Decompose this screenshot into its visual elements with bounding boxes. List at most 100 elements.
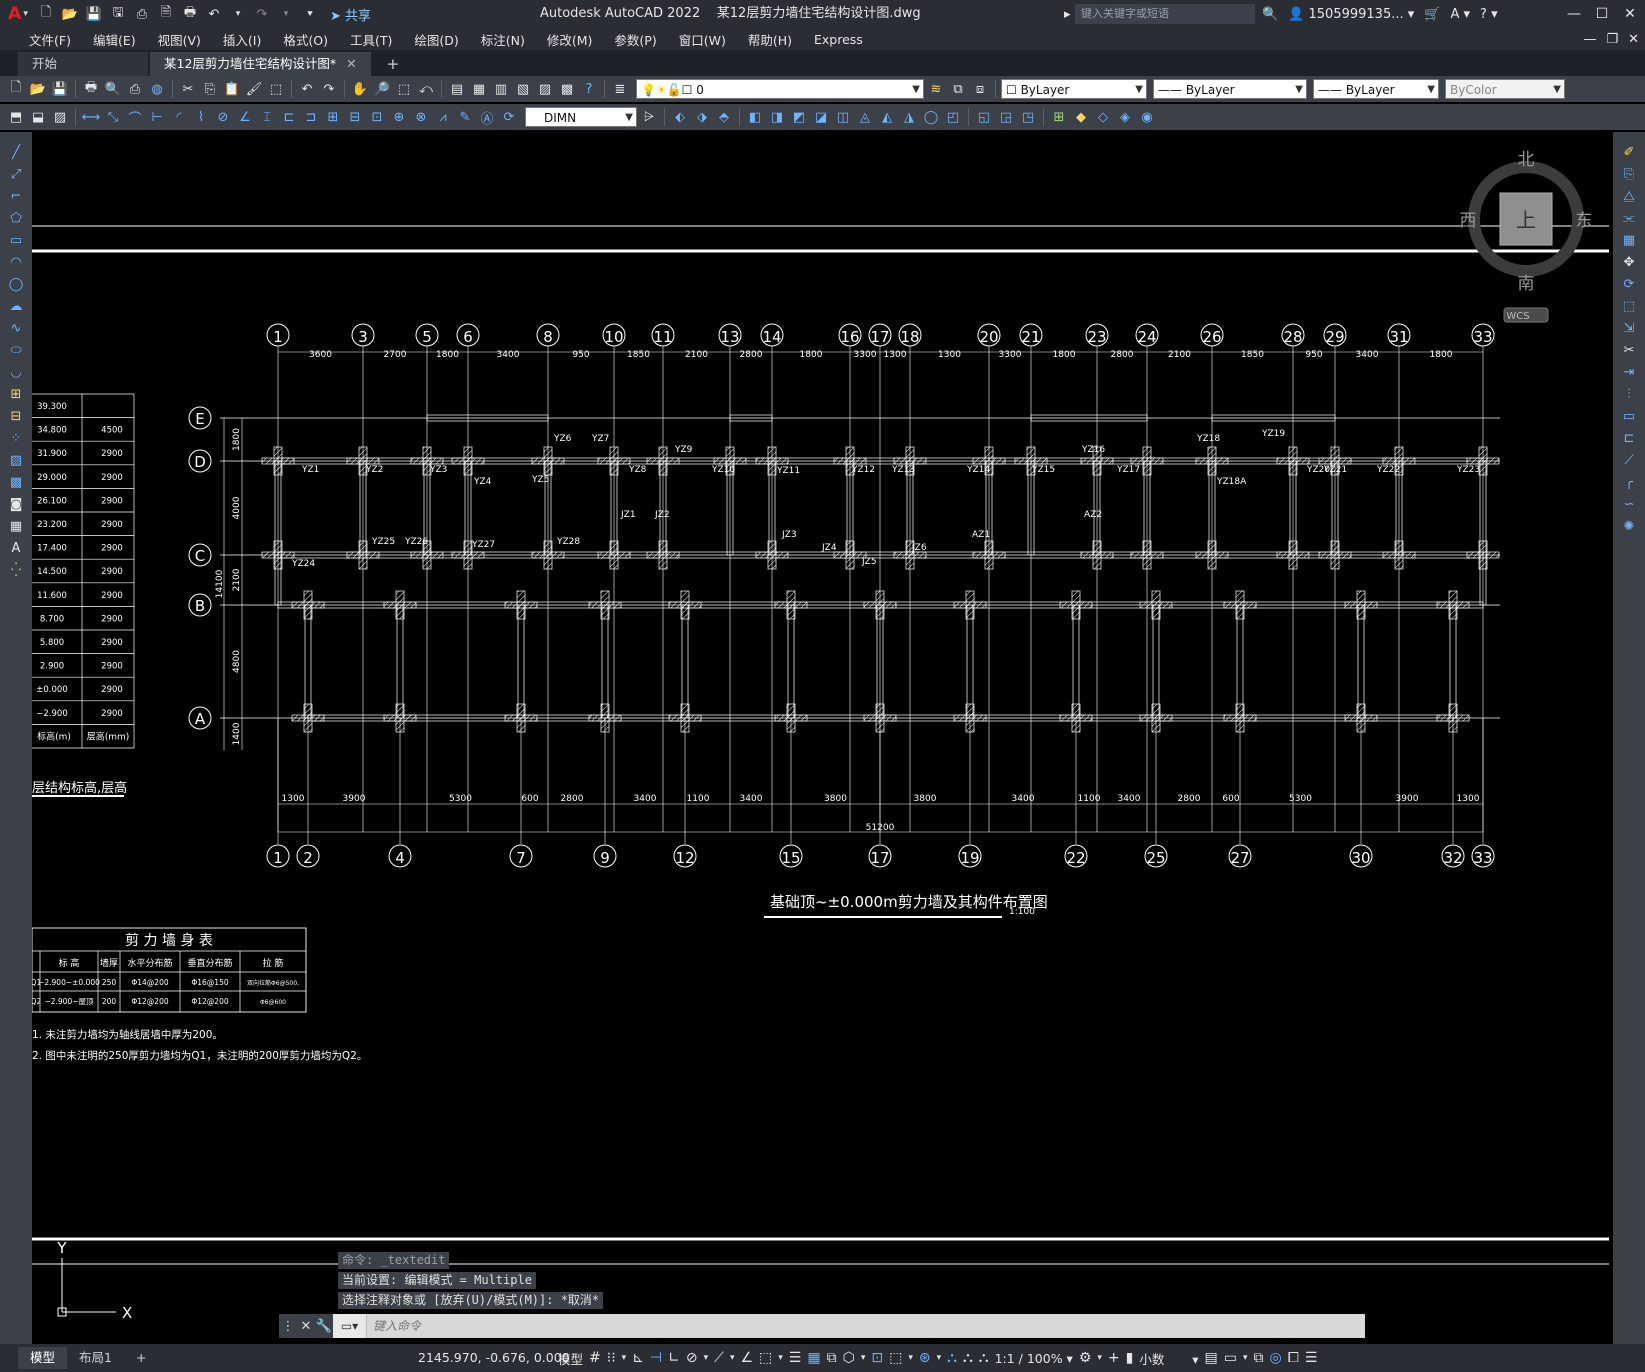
paste-icon[interactable]: 📋 xyxy=(222,79,242,99)
hatch-tb-icon[interactable]: ▨ xyxy=(50,107,70,127)
quick-dim-icon[interactable]: ⌶ xyxy=(257,107,277,127)
rotate-icon[interactable]: ⟳ xyxy=(1618,274,1640,294)
extend-icon[interactable]: ⇥ xyxy=(1618,362,1640,382)
insert-block-icon[interactable]: ⊞ xyxy=(1049,107,1069,127)
command-grip-icon[interactable]: ⋮ xyxy=(279,1314,297,1338)
qnew-icon[interactable]: 🗋 xyxy=(6,79,26,99)
update-fields-icon[interactable]: ◉ xyxy=(1137,107,1157,127)
isodraft-dropdown-icon[interactable]: ▾ xyxy=(730,1353,735,1363)
blend-curves-icon[interactable]: ∽ xyxy=(1618,494,1640,514)
lineweight-icon[interactable]: ☰ xyxy=(789,1350,802,1366)
redraw-icon[interactable]: ⬒ xyxy=(6,107,26,127)
pan-icon[interactable]: ✋ xyxy=(350,79,370,99)
break-icon[interactable]: ▭ xyxy=(1618,406,1640,426)
lineweight-dropdown[interactable]: —— ByLayer ▼ xyxy=(1313,79,1439,99)
annotation-monitor-icon[interactable]: + xyxy=(1108,1350,1120,1366)
isolate-objects-icon[interactable]: ⧉ xyxy=(1253,1350,1263,1366)
redo-icon[interactable]: ↷ xyxy=(252,4,272,24)
sheet-set-icon[interactable]: ▧ xyxy=(513,79,533,99)
menu-insert[interactable]: 插入(I) xyxy=(212,30,272,49)
tab-close-icon[interactable]: ✕ xyxy=(346,52,356,76)
menu-draw[interactable]: 绘图(D) xyxy=(403,30,469,49)
zoom-previous-icon[interactable]: ⤺ xyxy=(416,79,436,99)
break-at-point-icon[interactable]: ⫶ xyxy=(1618,384,1640,404)
filter-dropdown-icon[interactable]: ▾ xyxy=(908,1353,913,1363)
array-icon[interactable]: ▦ xyxy=(1618,230,1640,250)
block-editor-icon[interactable]: ⬚ xyxy=(266,79,286,99)
menu-format[interactable]: 格式(O) xyxy=(272,30,339,49)
dimstyle-dropdown[interactable]: DIMN ▼ xyxy=(525,107,637,127)
snap-icon[interactable]: ⁝⁝ xyxy=(607,1350,616,1366)
render-icon[interactable]: ◲ xyxy=(996,107,1016,127)
search-expand-icon[interactable]: ▸ xyxy=(1064,0,1071,28)
menu-file[interactable]: 文件(F) xyxy=(18,30,82,49)
chamfer-icon[interactable]: ⟋ xyxy=(1618,450,1640,470)
open-icon[interactable]: 📂 xyxy=(28,79,48,99)
open-file-icon[interactable]: 📂 xyxy=(60,4,80,24)
tab-drawing[interactable]: 某12层剪力墙住宅结构设计图* ✕ xyxy=(150,52,371,76)
center-mark-icon[interactable]: ⊕ xyxy=(389,107,409,127)
jogged-dim-icon[interactable]: ⌇ xyxy=(191,107,211,127)
arc-icon[interactable]: ◠ xyxy=(5,252,27,272)
share-button[interactable]: ➤ 共享 xyxy=(330,5,371,24)
point-icon[interactable]: ⁘ xyxy=(5,428,27,448)
spline-icon[interactable]: ∿ xyxy=(5,318,27,338)
erase-icon[interactable]: ✐ xyxy=(1618,142,1640,162)
layer-previous-icon[interactable]: ⧉ xyxy=(948,79,968,99)
cut-icon[interactable]: ✂ xyxy=(178,79,198,99)
arc-length-icon[interactable]: ⌒ xyxy=(125,107,145,127)
menu-help[interactable]: 帮助(H) xyxy=(737,30,803,49)
fillet-icon[interactable]: ╭ xyxy=(1618,472,1640,492)
hatch-icon[interactable]: ▨ xyxy=(5,450,27,470)
linetype-dropdown[interactable]: —— ByLayer ▼ xyxy=(1153,79,1307,99)
ellipse-icon[interactable]: ⬭ xyxy=(5,340,27,360)
diameter-dim-icon[interactable]: ⊘ xyxy=(213,107,233,127)
orbit-icon[interactable]: ◳ xyxy=(1018,107,1038,127)
annotation-visibility-icon[interactable]: ⛬ xyxy=(947,1350,957,1366)
table-icon[interactable]: ▦ xyxy=(5,516,27,536)
search-input[interactable]: 键入关键字或短语 xyxy=(1075,4,1255,24)
print-icon[interactable]: 🖶 xyxy=(180,4,200,24)
coordinates-readout[interactable]: 2145.970, -0.676, 0.000 xyxy=(418,1344,570,1372)
ucs-x-icon[interactable]: ◭ xyxy=(877,107,897,127)
3d-dwf-icon[interactable]: ◍ xyxy=(147,79,167,99)
add-selected-icon[interactable]: ⁛ xyxy=(5,560,27,580)
dim-update-icon[interactable]: ⟳ xyxy=(499,107,519,127)
ucs-previous-icon[interactable]: ⬘ xyxy=(714,107,734,127)
units-dropdown[interactable]: 小数 ▾ xyxy=(1139,1349,1198,1368)
infer-constraints-icon[interactable]: ⊾ xyxy=(632,1350,644,1366)
selection-filter-icon[interactable]: ⬚ xyxy=(889,1350,902,1366)
calculator-icon[interactable]: ▩ xyxy=(557,79,577,99)
ucs-3point-icon[interactable]: ◬ xyxy=(855,107,875,127)
match-properties-icon[interactable]: 🖌 xyxy=(244,79,264,99)
grid-icon[interactable]: # xyxy=(589,1350,601,1366)
dim-edit-icon[interactable]: ✎ xyxy=(455,107,475,127)
aligned-dim-icon[interactable]: ⤡ xyxy=(103,107,123,127)
menu-edit[interactable]: 编辑(E) xyxy=(82,30,147,49)
3d-osnap-icon[interactable]: ⬡ xyxy=(843,1350,855,1366)
dynamic-ucs-icon[interactable]: ⊡ xyxy=(871,1350,883,1366)
menu-modify[interactable]: 修改(M) xyxy=(536,30,604,49)
regen-icon[interactable]: ⬓ xyxy=(28,107,48,127)
zoom-window-icon[interactable]: ⬚ xyxy=(394,79,414,99)
new-tab-button[interactable]: + xyxy=(373,52,414,76)
properties-icon[interactable]: ▤ xyxy=(447,79,467,99)
ellipse-arc-icon[interactable]: ◡ xyxy=(5,362,27,382)
polyline-icon[interactable]: ⌐ xyxy=(5,186,27,206)
mirror-icon[interactable]: ⧋ xyxy=(1618,186,1640,206)
object-snap-tracking-icon[interactable]: ∠ xyxy=(740,1350,753,1366)
plot-preview-icon[interactable]: 🗎 xyxy=(156,4,176,24)
scale-icon[interactable]: ⬚ xyxy=(1618,296,1640,316)
angular-dim-icon[interactable]: ∠ xyxy=(235,107,255,127)
menu-express[interactable]: Express xyxy=(803,32,874,47)
transparency-icon[interactable]: ▦ xyxy=(807,1350,820,1366)
undo-icon[interactable]: ↶ xyxy=(204,4,224,24)
ucs-apply-icon[interactable]: ◰ xyxy=(943,107,963,127)
save-as-icon[interactable]: 🖫 xyxy=(108,4,128,24)
design-center-icon[interactable]: ▦ xyxy=(469,79,489,99)
snap-dropdown-icon[interactable]: ▾ xyxy=(622,1353,627,1363)
plotstyle-dropdown[interactable]: ByColor ▼ xyxy=(1445,79,1565,99)
ucs-view-icon[interactable]: ◩ xyxy=(789,107,809,127)
tool-palettes-icon[interactable]: ▥ xyxy=(491,79,511,99)
doc-minimize-icon[interactable]: — xyxy=(1583,32,1596,47)
